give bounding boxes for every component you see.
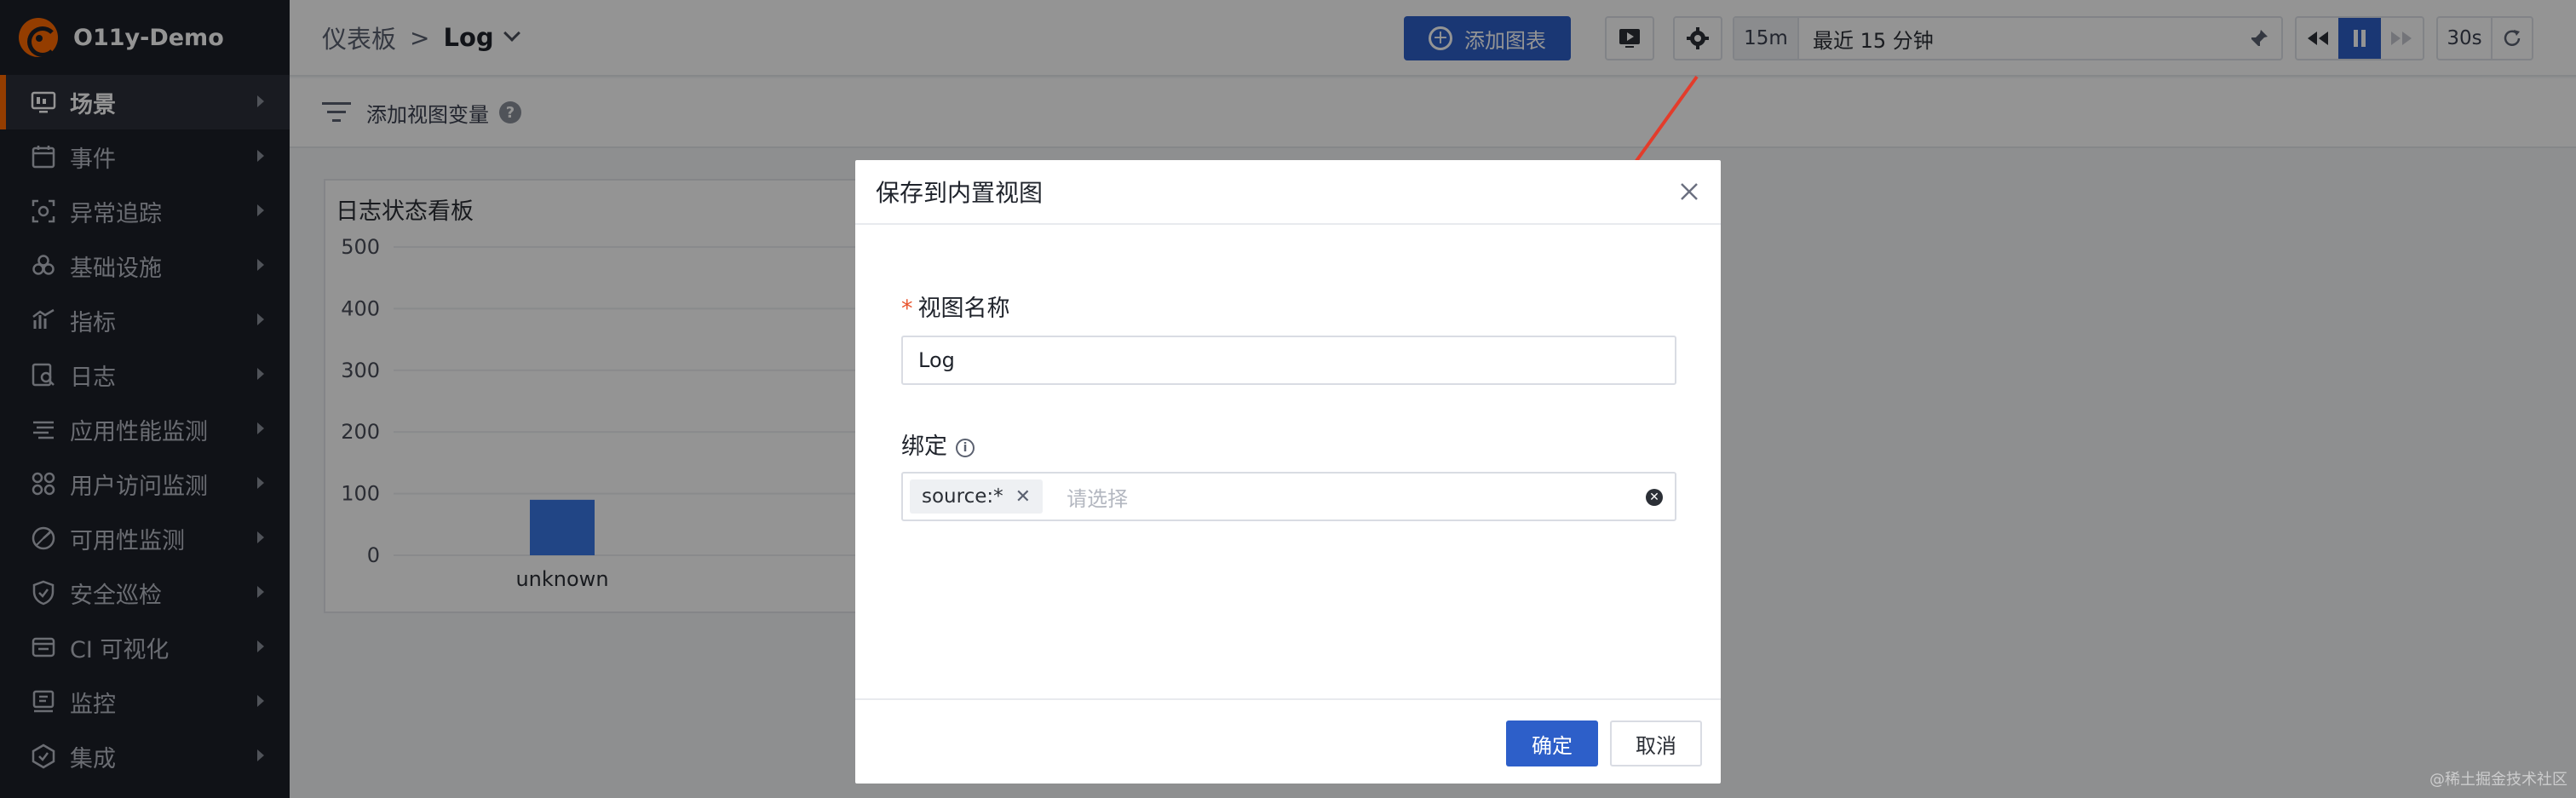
bind-label-text: 绑定 [901,433,947,460]
dialog-header: 保存到内置视图 [855,160,1721,225]
view-name-value: Log [918,348,955,372]
bind-tag: source:* ✕ [910,479,1044,514]
bind-label: 绑定 i [901,428,975,461]
view-name-input[interactable]: Log [901,336,1676,385]
close-icon[interactable] [1676,179,1702,204]
view-name-label: * 视图名称 [901,290,1010,323]
view-name-label-text: 视图名称 [917,296,1010,322]
save-view-dialog: 保存到内置视图 * 视图名称 Log 绑定 i source:* ✕ 请选择 ✕ 确… [855,160,1721,784]
watermark: @稀土掘金技术社区 [2429,771,2567,789]
bind-select[interactable]: source:* ✕ 请选择 ✕ [901,472,1676,521]
tag-remove-icon[interactable]: ✕ [1015,486,1031,508]
dialog-title: 保存到内置视图 [876,179,1044,207]
confirm-button[interactable]: 确定 [1506,720,1598,766]
cancel-button[interactable]: 取消 [1610,720,1702,766]
info-icon[interactable]: i [956,438,975,457]
bind-tag-label: source:* [922,485,1003,508]
dialog-footer: 确定 取消 [855,698,1721,784]
required-mark: * [901,296,913,322]
select-placeholder: 请选择 [1067,486,1129,511]
clear-icon[interactable]: ✕ [1646,489,1663,506]
